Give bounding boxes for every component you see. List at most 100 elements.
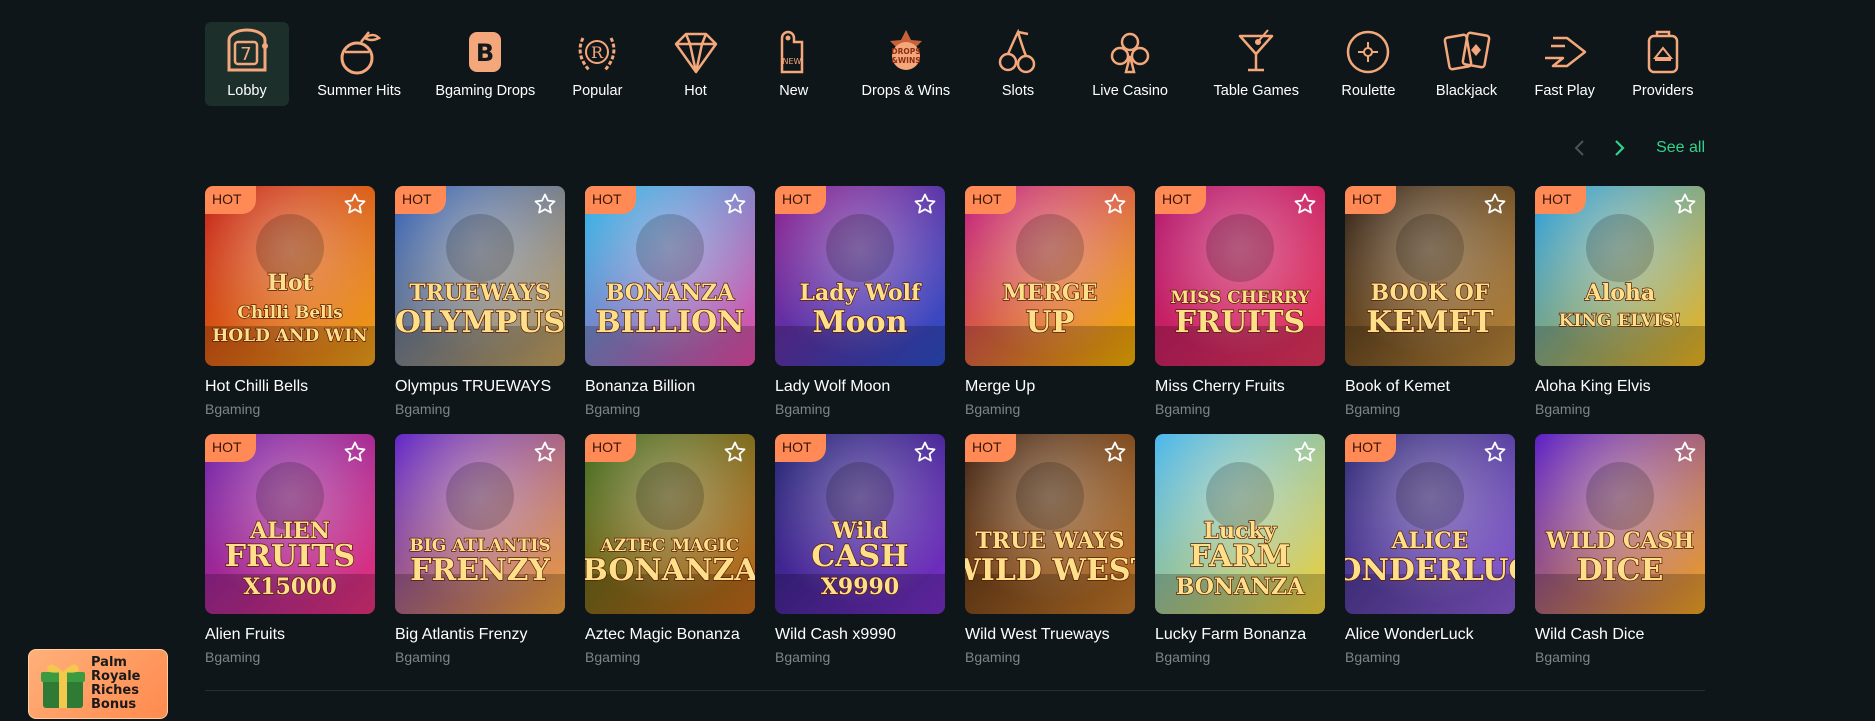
category-live-casino[interactable]: Live Casino — [1074, 22, 1186, 106]
game-title[interactable]: Aztec Magic Bonanza — [585, 626, 755, 644]
favorite-star-icon[interactable] — [1103, 192, 1127, 216]
game-thumbnail[interactable]: TRUE WAYSWILD WEST HOT — [965, 434, 1135, 614]
game-title[interactable]: Lady Wolf Moon — [775, 378, 945, 396]
game-thumbnail[interactable]: TRUEWAYS OLYMPUS HOT — [395, 186, 565, 366]
game-title[interactable]: Book of Kemet — [1345, 378, 1515, 396]
favorite-star-icon[interactable] — [723, 192, 747, 216]
category-bgaming-drops[interactable]: B Bgaming Drops — [429, 22, 541, 106]
game-card[interactable]: AZTEC MAGIC BONANZA HOT Aztec Magic Bonanza… — [585, 434, 755, 665]
carousel-controls: See all — [1569, 136, 1705, 160]
game-provider: Bgaming — [1345, 401, 1401, 417]
game-thumbnail[interactable]: Lady Wolf Moon HOT — [775, 186, 945, 366]
game-card[interactable]: TRUE WAYSWILD WEST HOT Wild West Trueways B… — [965, 434, 1135, 665]
category-roulette[interactable]: Roulette — [1326, 22, 1410, 106]
category-table-games[interactable]: Table Games — [1200, 22, 1312, 106]
favorite-star-icon[interactable] — [1483, 192, 1507, 216]
favorite-star-icon[interactable] — [533, 192, 557, 216]
favorite-star-icon[interactable] — [913, 440, 937, 464]
game-card[interactable]: Lady Wolf Moon HOT Lady Wolf Moon Bgaming — [775, 186, 945, 417]
game-art-title: FARM — [1190, 539, 1291, 574]
game-card[interactable]: Hot Chilli Bells HOLD AND WIN HOT Hot Chilli… — [205, 186, 375, 417]
game-card[interactable]: WILD CASH DICE Wild Cash Dice Bgaming — [1535, 434, 1705, 665]
favorite-star-icon[interactable] — [1673, 440, 1697, 464]
game-thumbnail[interactable]: Aloha KING ELVIS! HOT — [1535, 186, 1705, 366]
game-card[interactable]: ALICEWONDERLUCK HOT Alice WonderLuck Bgamin… — [1345, 434, 1515, 665]
category-providers[interactable]: Providers — [1621, 22, 1705, 106]
category-popular[interactable]: R Popular — [555, 22, 639, 106]
game-card[interactable]: BIG ATLANTIS FRENZY Big Atlantis Frenzy Bga… — [395, 434, 565, 665]
favorite-star-icon[interactable] — [1103, 440, 1127, 464]
favorite-star-icon[interactable] — [1673, 192, 1697, 216]
favorite-star-icon[interactable] — [533, 440, 557, 464]
game-art-title: KING ELVIS! — [1559, 311, 1681, 331]
favorite-star-icon[interactable] — [1293, 192, 1317, 216]
favorite-star-icon[interactable] — [1483, 440, 1507, 464]
category-hot[interactable]: Hot — [654, 22, 738, 106]
category-slots[interactable]: Slots — [976, 22, 1060, 106]
next-arrow-icon[interactable] — [1610, 136, 1630, 160]
promo-bonus-widget[interactable]: Palm Royale Riches Bonus — [28, 649, 168, 719]
diamond-icon — [670, 26, 722, 78]
game-title[interactable]: Aloha King Elvis — [1535, 378, 1705, 396]
category-fast-play[interactable]: Fast Play — [1523, 22, 1607, 106]
game-title[interactable]: Wild Cash Dice — [1535, 626, 1705, 644]
laurel-r-icon: R — [571, 26, 623, 78]
game-title[interactable]: Wild Cash x9990 — [775, 626, 945, 644]
game-art-title: DICE — [1577, 553, 1664, 588]
favorite-star-icon[interactable] — [343, 192, 367, 216]
game-thumbnail[interactable]: Lucky FARM BONANZA — [1155, 434, 1325, 614]
game-thumbnail[interactable]: MERGE UP HOT — [965, 186, 1135, 366]
category-new[interactable]: NEW New — [752, 22, 836, 106]
favorite-star-icon[interactable] — [723, 440, 747, 464]
game-card[interactable]: Aloha KING ELVIS! HOT Aloha King Elvis Bgami… — [1535, 186, 1705, 417]
game-card[interactable]: Wild CASH X9990 HOT Wild Cash x9990 Bgaming — [775, 434, 945, 665]
game-thumbnail[interactable]: MISS CHERRY FRUITS HOT — [1155, 186, 1325, 366]
game-provider: Bgaming — [1535, 401, 1591, 417]
game-card[interactable]: Lucky FARM BONANZA Lucky Farm Bonanza Bgamin… — [1155, 434, 1325, 665]
game-thumbnail[interactable]: ALICEWONDERLUCK HOT — [1345, 434, 1515, 614]
game-art-title: KEMET — [1366, 305, 1494, 340]
prev-arrow-icon[interactable] — [1569, 136, 1589, 160]
game-title[interactable]: Wild West Trueways — [965, 626, 1135, 644]
game-title[interactable]: Bonanza Billion — [585, 378, 755, 396]
game-art-title: CASH — [811, 539, 908, 574]
game-thumbnail[interactable]: Wild CASH X9990 HOT — [775, 434, 945, 614]
category-drops-wins[interactable]: DROPS &WINS Drops & Wins — [850, 22, 962, 106]
game-title[interactable]: Miss Cherry Fruits — [1155, 378, 1325, 396]
game-card[interactable]: BOOK OF KEMET HOT Book of Kemet Bgaming — [1345, 186, 1515, 417]
category-blackjack[interactable]: Blackjack — [1425, 22, 1509, 106]
game-card[interactable]: MISS CHERRY FRUITS HOT Miss Cherry Fruits Bg… — [1155, 186, 1325, 417]
game-title[interactable]: Alien Fruits — [205, 626, 375, 644]
game-thumbnail[interactable]: WILD CASH DICE — [1535, 434, 1705, 614]
game-title[interactable]: Hot Chilli Bells — [205, 378, 375, 396]
game-title[interactable]: Big Atlantis Frenzy — [395, 626, 565, 644]
hot-badge: HOT — [1345, 186, 1396, 214]
game-thumbnail[interactable]: ALIEN FRUITS X15000 HOT — [205, 434, 375, 614]
game-card[interactable]: TRUEWAYS OLYMPUS HOT Olympus TRUEWAYS Bgamin… — [395, 186, 565, 417]
game-card[interactable]: ALIEN FRUITS X15000 HOT Alien Fruits Bgaming — [205, 434, 375, 665]
gift-icon — [37, 656, 89, 712]
promo-text: Palm Royale Riches Bonus — [91, 655, 141, 712]
hot-badge: HOT — [585, 186, 636, 214]
section-divider — [205, 690, 1705, 691]
game-thumbnail[interactable]: BOOK OF KEMET HOT — [1345, 186, 1515, 366]
game-title[interactable]: Alice WonderLuck — [1345, 626, 1515, 644]
game-card[interactable]: MERGE UP HOT Merge Up Bgaming — [965, 186, 1135, 417]
game-thumbnail[interactable]: BONANZA BILLION HOT — [585, 186, 755, 366]
new-tag-icon: NEW — [768, 26, 820, 78]
game-title[interactable]: Olympus TRUEWAYS — [395, 378, 565, 396]
game-title[interactable]: Lucky Farm Bonanza — [1155, 626, 1325, 644]
game-thumbnail[interactable]: Hot Chilli Bells HOLD AND WIN HOT — [205, 186, 375, 366]
game-thumbnail[interactable]: AZTEC MAGIC BONANZA HOT — [585, 434, 755, 614]
category-label: Blackjack — [1435, 83, 1498, 99]
game-provider: Bgaming — [585, 649, 641, 665]
category-lobby[interactable]: 7 Lobby — [205, 22, 289, 106]
favorite-star-icon[interactable] — [913, 192, 937, 216]
see-all-link[interactable]: See all — [1656, 139, 1705, 157]
game-card[interactable]: BONANZA BILLION HOT Bonanza Billion Bgaming — [585, 186, 755, 417]
favorite-star-icon[interactable] — [343, 440, 367, 464]
category-summer-hits[interactable]: Summer Hits — [303, 22, 415, 106]
game-title[interactable]: Merge Up — [965, 378, 1135, 396]
game-thumbnail[interactable]: BIG ATLANTIS FRENZY — [395, 434, 565, 614]
favorite-star-icon[interactable] — [1293, 440, 1317, 464]
